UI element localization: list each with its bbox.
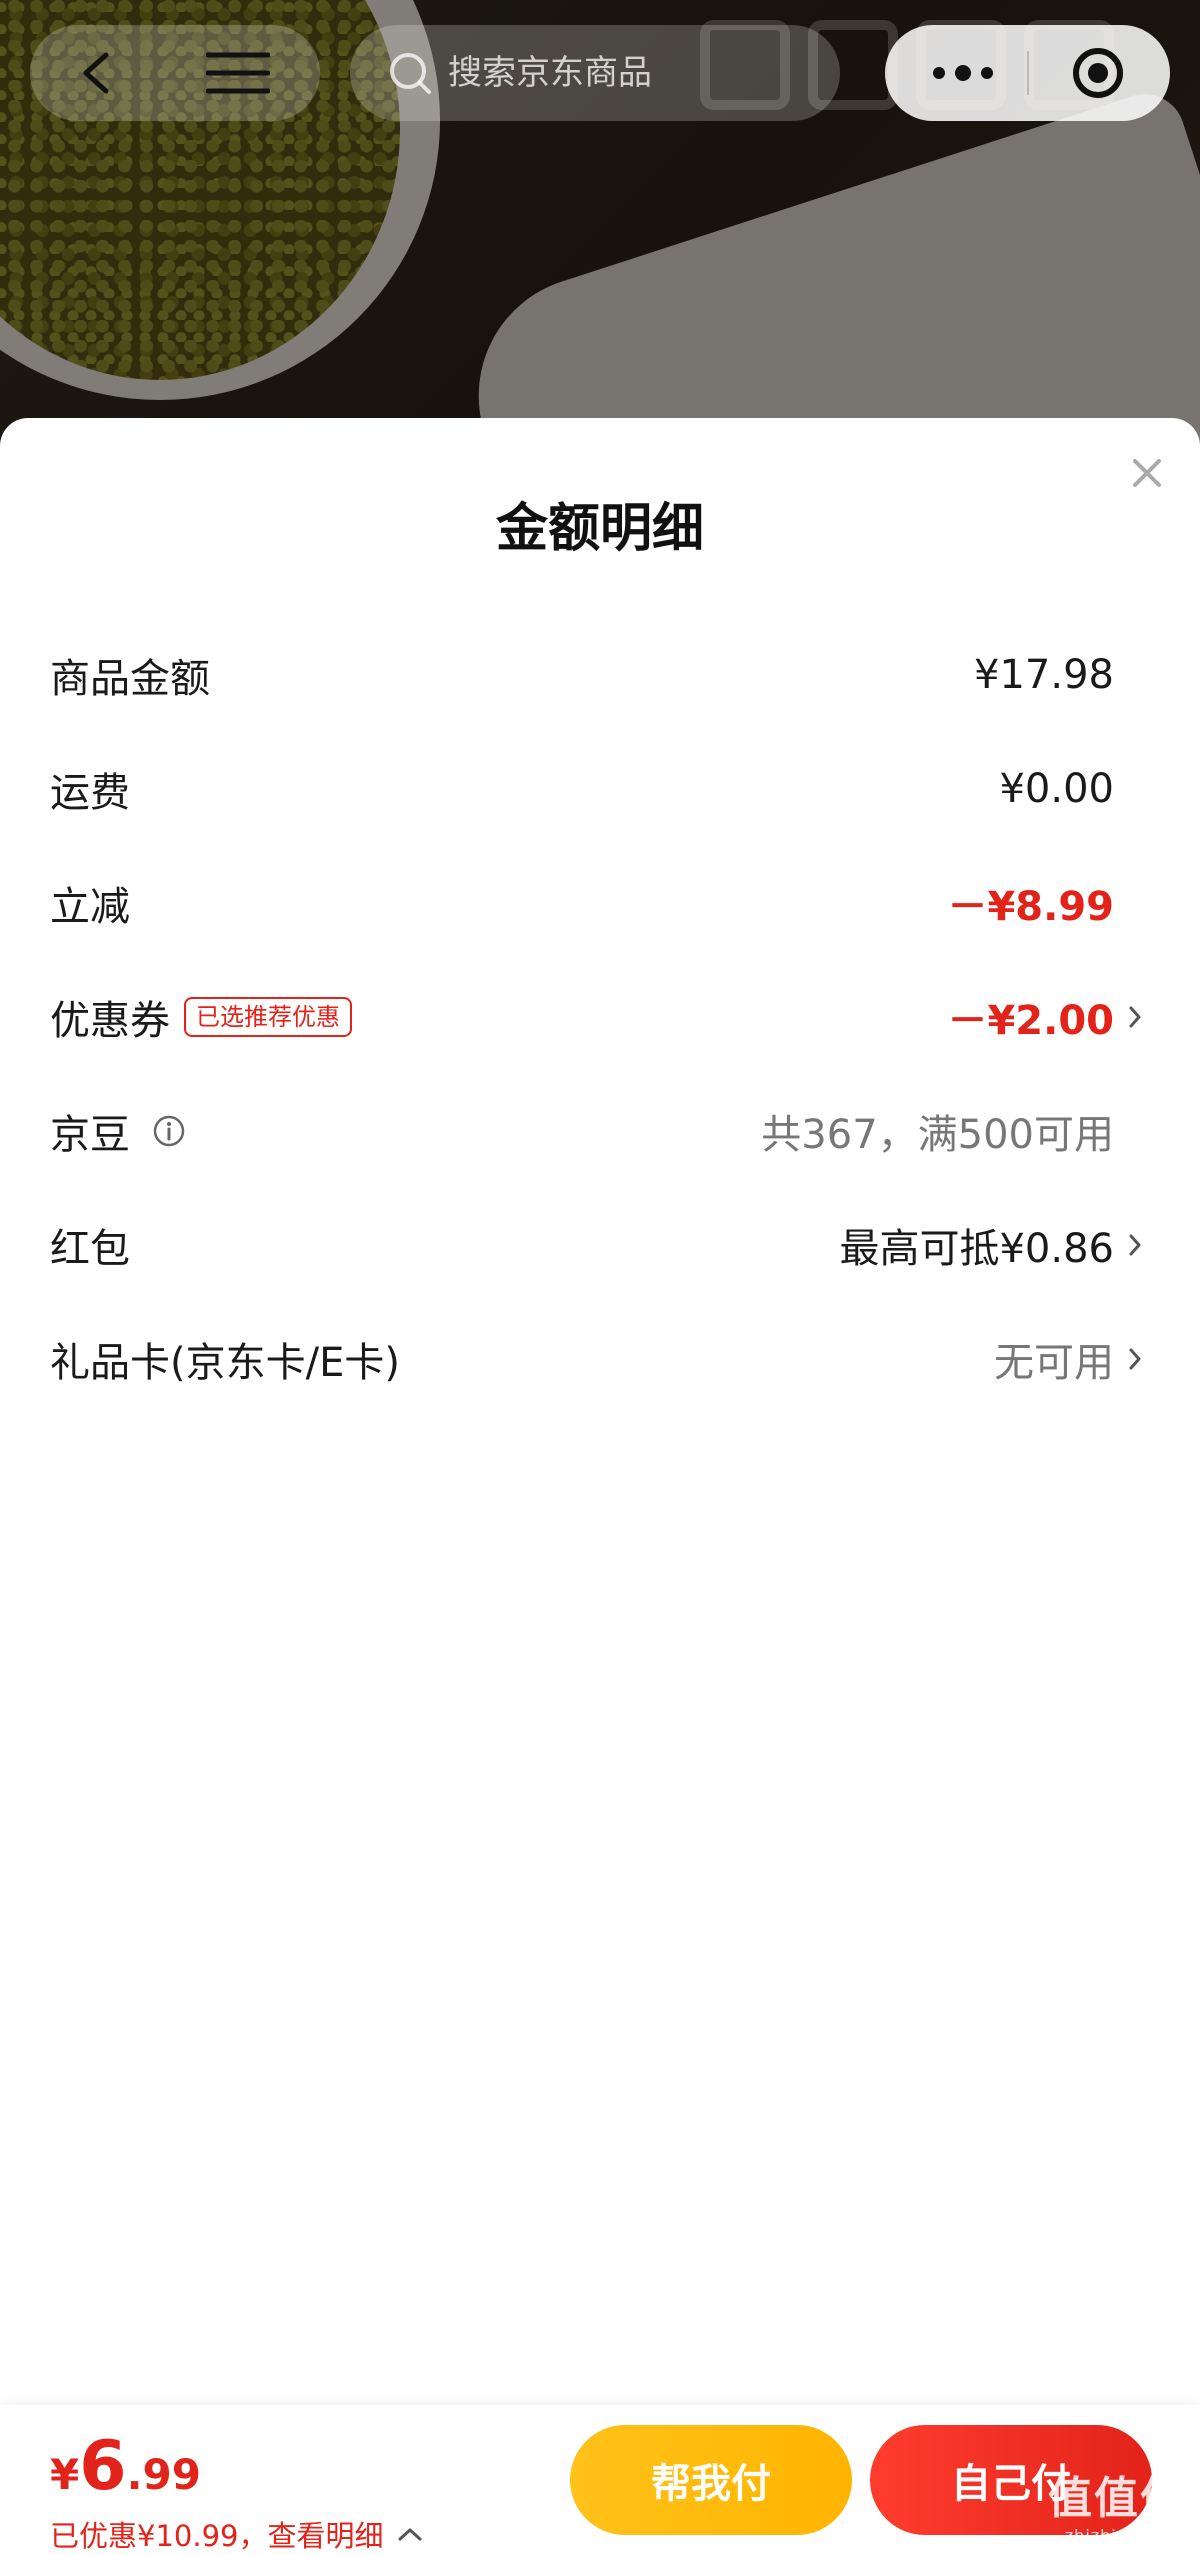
row-label: 礼品卡(京东卡/E卡) [50, 1340, 400, 1386]
info-icon[interactable] [152, 1114, 186, 1148]
row-label: 红包 [50, 1226, 130, 1272]
chevron-right-icon [1120, 960, 1150, 1074]
close-miniprogram-button[interactable] [1050, 25, 1146, 121]
row-label: 立减 [50, 884, 130, 930]
recommended-coupon-badge: 已选推荐优惠 [184, 997, 352, 1037]
saved-detail-link[interactable]: 已优惠¥10.99，查看明细 [50, 2513, 423, 2555]
row-label-wrap: 京豆 [50, 1102, 186, 1160]
row-label: 京豆 [50, 1112, 130, 1158]
row-value: 共367，满500可用 [761, 1112, 1114, 1158]
miniprogram-capsule [885, 25, 1170, 121]
row-coupon[interactable]: 优惠券 已选推荐优惠 －¥2.00 [0, 960, 1200, 1074]
row-red-packet[interactable]: 红包 最高可抵¥0.86 [0, 1188, 1200, 1302]
chevron-right-icon [1120, 1302, 1150, 1416]
row-value: 无可用 [994, 1340, 1114, 1386]
search-icon [390, 53, 431, 94]
sheet-title: 金额明细 [495, 499, 704, 559]
amount-detail-sheet: 金额明细 商品金额 ¥17.98 运费 ¥0.00 立减 －¥8.99 优惠券 … [0, 418, 1200, 2555]
hamburger-menu-icon [206, 52, 270, 94]
row-value: ¥0.00 [999, 766, 1114, 812]
row-value: ¥17.98 [974, 652, 1114, 698]
menu-button[interactable] [190, 25, 286, 121]
watermark-text: 值值值 [1048, 2473, 1186, 2524]
more-dots-icon [933, 65, 993, 81]
row-label: 商品金额 [50, 656, 210, 702]
row-instant-discount: 立减 －¥8.99 [0, 846, 1200, 960]
price-decimal: .99 [126, 2450, 201, 2499]
nav-pill-left [30, 25, 320, 121]
total-price: ¥6.99 [50, 2427, 201, 2506]
saved-text: 已优惠¥10.99，查看明细 [50, 2519, 384, 2553]
back-arrow-icon [83, 52, 109, 94]
row-label: 运费 [50, 770, 130, 816]
capsule-divider [1027, 51, 1029, 95]
search-input[interactable] [446, 52, 810, 94]
row-shipping: 运费 ¥0.00 [0, 732, 1200, 846]
row-gift-card[interactable]: 礼品卡(京东卡/E卡) 无可用 [0, 1302, 1200, 1416]
close-icon [1133, 459, 1161, 487]
row-jingdou: 京豆 共367，满500可用 [0, 1074, 1200, 1188]
more-button[interactable] [915, 25, 1011, 121]
row-label: 优惠券 [50, 998, 170, 1044]
row-value: －¥8.99 [947, 884, 1114, 930]
chevron-right-icon [1120, 1188, 1150, 1302]
back-button[interactable] [48, 25, 144, 121]
target-close-icon [1073, 48, 1123, 98]
top-navigation [0, 0, 1200, 150]
row-value: 最高可抵¥0.86 [839, 1226, 1114, 1272]
watermark: 值值值 zhizhizhi.com [1048, 2462, 1186, 2545]
search-bar[interactable] [350, 25, 840, 121]
currency-symbol: ¥ [50, 2450, 80, 2499]
row-label-wrap: 优惠券 已选推荐优惠 [50, 988, 352, 1046]
row-value: －¥2.00 [947, 998, 1114, 1044]
amount-rows: 商品金额 ¥17.98 运费 ¥0.00 立减 －¥8.99 优惠券 已选推荐优… [0, 618, 1200, 1416]
chevron-up-icon [397, 2526, 423, 2542]
row-goods-amount: 商品金额 ¥17.98 [0, 618, 1200, 732]
checkout-bar: ¥6.99 已优惠¥10.99，查看明细 帮我付 自己付 值值值 zhizhiz… [0, 2405, 1200, 2555]
help-me-pay-button[interactable]: 帮我付 [570, 2425, 852, 2535]
watermark-sub: zhizhizhi.com [1064, 2526, 1186, 2545]
price-integer: 6 [79, 2427, 127, 2506]
